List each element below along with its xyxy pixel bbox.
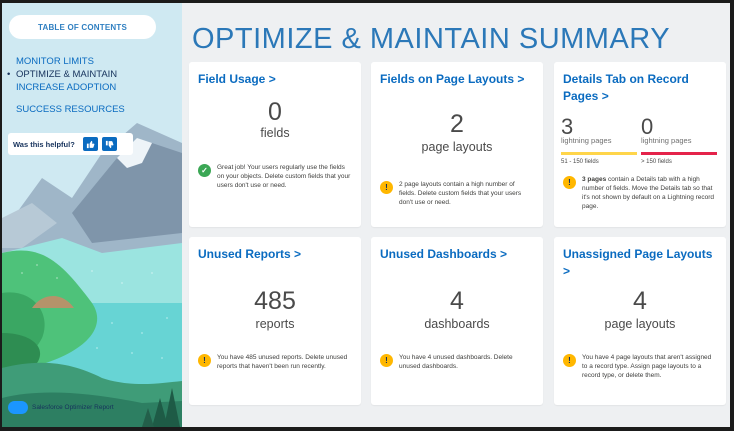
message-text: You have 4 page layouts that aren't assi… (582, 354, 712, 379)
metric-unit: fields (260, 126, 290, 140)
left-metric-label: lightning pages (561, 136, 612, 145)
message-text: You have 485 unused reports. Delete unus… (217, 354, 348, 370)
metric-value: 4 (633, 287, 647, 315)
warning-icon: ! (198, 354, 211, 367)
unused-reports-link[interactable]: Unused Reports > (198, 246, 352, 263)
field-usage-link[interactable]: Field Usage > (198, 71, 352, 88)
card-fields-on-page-layouts: Fields on Page Layouts > 2 page layouts … (371, 62, 543, 227)
status-message: ! You have 4 page layouts that aren't as… (563, 353, 716, 380)
metric-value: 2 (450, 110, 464, 138)
nav-item-optimize-maintain[interactable]: OPTIMIZE & MAINTAIN (7, 68, 175, 81)
toc-label: TABLE OF CONTENTS (37, 22, 128, 32)
warning-icon: ! (563, 176, 576, 189)
warning-icon: ! (380, 181, 393, 194)
status-message: ✓ Great job! Your users regularly use th… (198, 163, 351, 190)
table-of-contents-button[interactable]: TABLE OF CONTENTS (9, 15, 156, 39)
card-unused-reports: Unused Reports > 485 reports ! You have … (189, 237, 361, 405)
metric-unit: reports (255, 317, 295, 331)
metric-value: 485 (254, 287, 296, 315)
message-text: Great job! Your users regularly use the … (217, 164, 351, 189)
card-details-tab: Details Tab on Record Pages > 3 lightnin… (554, 62, 726, 227)
salesforce-cloud-icon (8, 401, 28, 414)
metric-value: 4 (450, 287, 464, 315)
warning-icon: ! (380, 354, 393, 367)
range-bar-red (641, 152, 717, 155)
helpful-label: Was this helpful? (13, 139, 75, 149)
card-unused-dashboards: Unused Dashboards > 4 dashboards ! You h… (371, 237, 543, 405)
left-range-label: 51 - 150 fields (561, 159, 599, 165)
page-title: OPTIMIZE & MAINTAIN SUMMARY (192, 23, 671, 55)
unused-dashboards-link[interactable]: Unused Dashboards > (380, 246, 534, 263)
fields-on-page-layouts-link[interactable]: Fields on Page Layouts > (380, 71, 534, 88)
status-message: ! You have 4 unused dashboards. Delete u… (380, 353, 533, 371)
card-unassigned-page-layouts: Unassigned Page Layouts > 4 page layouts… (554, 237, 726, 405)
message-text: 3 pages contain a Details tab with a hig… (582, 176, 715, 210)
warning-icon: ! (563, 354, 576, 367)
nav-item-monitor-limits[interactable]: MONITOR LIMITS (10, 55, 175, 68)
metric-value: 0 (268, 98, 282, 126)
nav-item-success-resources[interactable]: SUCCESS RESOURCES (10, 103, 175, 116)
card-field-usage: Field Usage > 0 fields ✓ Great job! Your… (189, 62, 361, 227)
metric-unit: page layouts (604, 317, 676, 331)
details-tab-link[interactable]: Details Tab on Record Pages > (563, 71, 717, 105)
report-frame: TABLE OF CONTENTS MONITOR LIMITS OPTIMIZ… (2, 3, 730, 427)
check-icon: ✓ (198, 164, 211, 177)
right-metric-label: lightning pages (641, 136, 692, 145)
brand-footer: Salesforce Optimizer Report (8, 401, 114, 414)
status-message: ! You have 485 unused reports. Delete un… (198, 353, 351, 371)
status-message: ! 2 page layouts contain a high number o… (380, 180, 533, 207)
message-text: You have 4 unused dashboards. Delete unu… (399, 354, 513, 370)
brand-label: Salesforce Optimizer Report (32, 404, 114, 411)
nav-item-increase-adoption[interactable]: INCREASE ADOPTION (10, 81, 175, 94)
unassigned-page-layouts-link[interactable]: Unassigned Page Layouts > (563, 246, 717, 280)
metric-unit: dashboards (424, 317, 490, 331)
sidebar-nav: MONITOR LIMITS OPTIMIZE & MAINTAIN INCRE… (7, 55, 175, 116)
message-text: 2 page layouts contain a high number of … (399, 181, 522, 206)
feedback-panel: Was this helpful? (8, 133, 133, 155)
right-range-label: > 150 fields (641, 159, 672, 165)
thumbs-up-icon[interactable] (82, 137, 98, 151)
sidebar: TABLE OF CONTENTS MONITOR LIMITS OPTIMIZ… (2, 3, 182, 427)
range-bar-yellow (561, 152, 637, 155)
thumbs-down-icon[interactable] (101, 137, 117, 151)
status-message: ! 3 pages contain a Details tab with a h… (563, 175, 716, 211)
metric-unit: page layouts (421, 140, 493, 154)
